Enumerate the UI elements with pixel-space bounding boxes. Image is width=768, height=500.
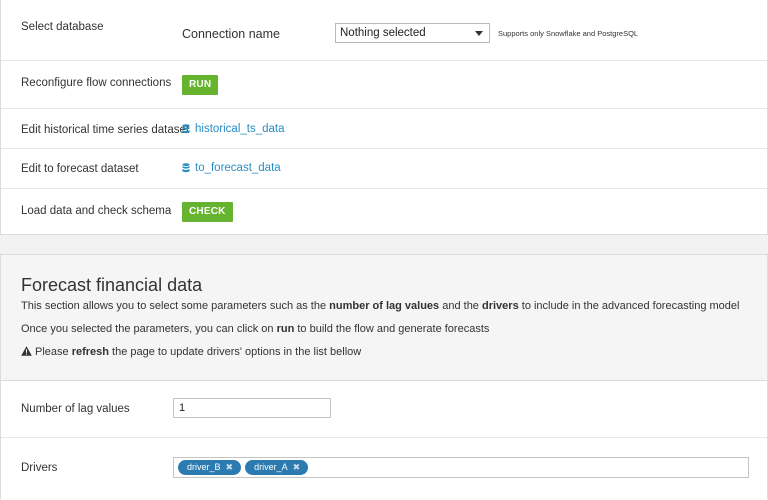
run-button[interactable]: RUN bbox=[182, 75, 219, 95]
forecast-panel: Forecast financial data This section all… bbox=[0, 254, 768, 500]
load-data-label: Load data and check schema bbox=[21, 205, 172, 217]
forecast-dataset-link[interactable]: to_forecast_data bbox=[182, 162, 281, 174]
remove-tag-icon[interactable]: ✖ bbox=[226, 460, 234, 475]
reconfigure-label: Reconfigure flow connections bbox=[21, 77, 172, 89]
driver-tag[interactable]: driver_B ✖ bbox=[178, 460, 242, 475]
select-database-label: Select database bbox=[21, 21, 104, 33]
section-title: Forecast financial data bbox=[21, 275, 203, 295]
connection-select[interactable]: Nothing selected bbox=[335, 23, 490, 43]
check-button[interactable]: CHECK bbox=[182, 202, 233, 222]
forecast-section-header: Forecast financial data This section all… bbox=[1, 255, 767, 381]
driver-tag-label: driver_B bbox=[187, 462, 221, 472]
remove-tag-icon[interactable]: ✖ bbox=[293, 460, 301, 475]
driver-tag[interactable]: driver_A ✖ bbox=[245, 460, 309, 475]
edit-forecast-label: Edit to forecast dataset bbox=[21, 163, 139, 175]
drivers-multiselect[interactable]: driver_B ✖ driver_A ✖ bbox=[173, 457, 749, 478]
edit-forecast-row: Edit to forecast dataset to_forecast_dat… bbox=[1, 149, 767, 189]
setup-panel: Select database Connection name Nothing … bbox=[0, 0, 768, 235]
desc2-bold1: run bbox=[276, 323, 295, 335]
connection-hint: Supports only Snowflake and PostgreSQL bbox=[498, 29, 639, 38]
database-icon bbox=[182, 163, 190, 173]
warning-bold: refresh bbox=[71, 346, 109, 358]
desc2-part2: to build the flow and generate forecasts bbox=[294, 323, 490, 335]
select-database-row: Select database Connection name Nothing … bbox=[1, 0, 767, 61]
lag-values-input[interactable]: 1 bbox=[173, 398, 331, 418]
section-warning: Please refresh the page to update driver… bbox=[21, 346, 361, 358]
desc1-part1: This section allows you to select some p… bbox=[21, 300, 330, 312]
edit-historical-row: Edit historical time series dataset hist… bbox=[1, 109, 767, 149]
drivers-label: Drivers bbox=[21, 462, 58, 474]
edit-historical-label: Edit historical time series dataset bbox=[21, 124, 190, 136]
section-description-1: This section allows you to select some p… bbox=[21, 300, 739, 312]
drivers-row: Drivers driver_B ✖ driver_A ✖ bbox=[1, 438, 767, 500]
connection-name-label: Connection name bbox=[182, 27, 280, 41]
desc2-part1: Once you selected the parameters, you ca… bbox=[21, 323, 277, 335]
reconfigure-row: Reconfigure flow connections RUN bbox=[1, 61, 767, 109]
desc1-bold1: number of lag values bbox=[329, 300, 440, 312]
lag-values-row: Number of lag values 1 bbox=[1, 381, 767, 438]
warning-part1: Please bbox=[35, 346, 72, 358]
historical-dataset-link[interactable]: historical_ts_data bbox=[182, 123, 285, 135]
chevron-down-icon bbox=[475, 31, 483, 36]
historical-dataset-link-text: historical_ts_data bbox=[195, 123, 285, 135]
load-data-row: Load data and check schema CHECK bbox=[1, 189, 767, 235]
section-description-2: Once you selected the parameters, you ca… bbox=[21, 323, 489, 335]
warning-part2: the page to update drivers' options in t… bbox=[109, 346, 362, 358]
desc1-bold2: drivers bbox=[482, 300, 519, 312]
connection-select-value: Nothing selected bbox=[340, 27, 426, 39]
warning-icon bbox=[21, 346, 32, 356]
forecast-dataset-link-text: to_forecast_data bbox=[195, 162, 281, 174]
database-icon bbox=[182, 124, 190, 134]
desc1-part3: to include in the advanced forecasting m… bbox=[518, 300, 740, 312]
lag-values-label: Number of lag values bbox=[21, 403, 130, 415]
driver-tag-label: driver_A bbox=[254, 462, 288, 472]
desc1-part2: and the bbox=[439, 300, 482, 312]
